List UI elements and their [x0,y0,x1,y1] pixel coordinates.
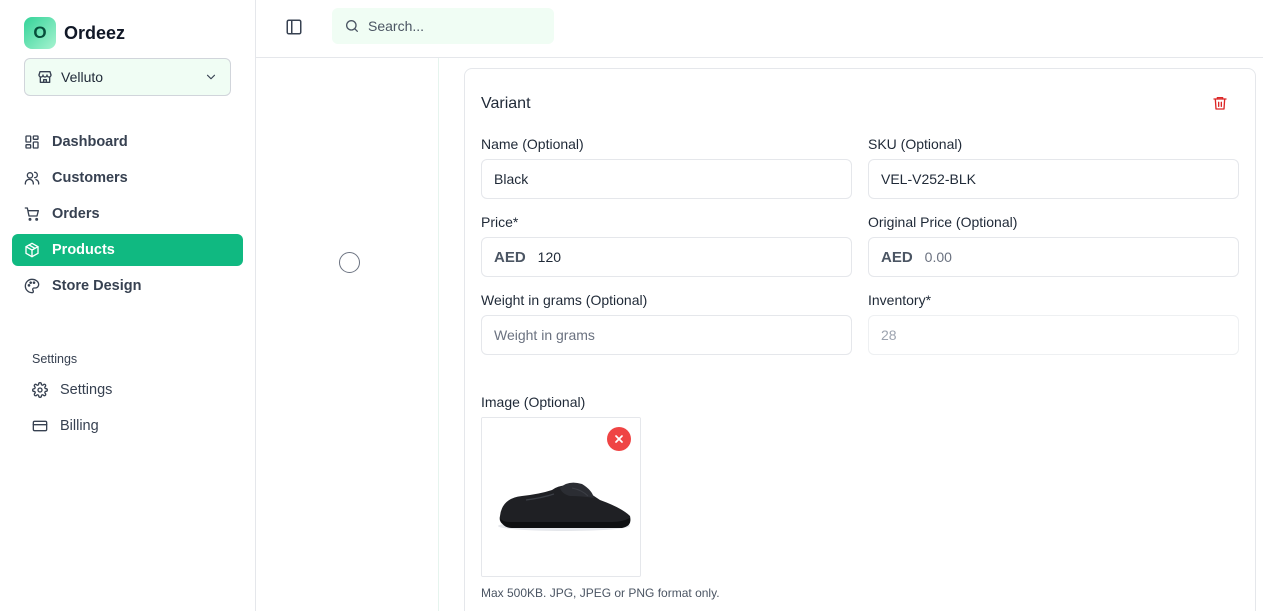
variant-radio[interactable] [339,252,360,273]
brand[interactable]: O Ordeez [24,17,125,49]
nav-item-customers[interactable]: Customers [12,162,243,194]
box-icon [25,242,39,258]
nav-label: Orders [52,206,100,222]
sku-field[interactable]: VEL-V252-BLK [868,159,1239,199]
inventory-value: 28 [881,327,897,343]
remove-image-button[interactable] [607,427,631,451]
cart-icon [24,207,39,221]
main-nav: Dashboard Customers Orders Products Stor… [12,126,243,306]
weight-field[interactable]: Weight in grams [481,315,852,355]
name-value: Black [494,171,529,187]
inventory-label: Inventory* [868,292,932,308]
gear-icon [32,382,48,398]
dashboard-icon [25,135,39,149]
weight-label: Weight in grams (Optional) [481,292,648,308]
original-price-label: Original Price (Optional) [868,214,1018,230]
nav-item-billing[interactable]: Billing [20,410,243,442]
brand-logo: O [24,17,56,49]
nav-label: Customers [52,170,128,186]
sidebar-toggle-icon[interactable] [285,18,303,36]
chevron-down-icon [206,74,216,80]
nav-label: Products [52,242,115,258]
nav-item-settings[interactable]: Settings [20,374,243,406]
variant-selector-column [256,58,439,611]
users-icon [24,171,40,185]
nav-label: Billing [60,418,99,434]
price-currency: AED [494,248,526,266]
close-icon [615,435,623,443]
price-label: Price* [481,214,519,230]
name-field[interactable]: Black [481,159,852,199]
original-price-placeholder: 0.00 [924,249,952,265]
trash-icon[interactable] [1212,95,1228,111]
variant-title: Variant [481,95,531,112]
settings-section-header: Settings [32,352,78,366]
nav-item-dashboard[interactable]: Dashboard [12,126,243,158]
price-value: 120 [537,249,562,265]
variant-card: Variant Name (Optional) Black SKU (Optio… [464,68,1256,611]
search-input[interactable] [368,18,538,34]
nav-item-products[interactable]: Products [12,234,243,266]
credit-card-icon [32,420,48,432]
image-label: Image (Optional) [481,394,586,410]
nav-label: Settings [60,382,113,398]
store-name: Velluto [61,69,104,85]
nav-label: Store Design [52,278,142,294]
nav-item-orders[interactable]: Orders [12,198,243,230]
palette-icon [24,278,40,294]
search-icon [346,20,358,32]
sku-label: SKU (Optional) [868,136,963,152]
original-price-currency: AED [881,248,913,266]
weight-placeholder: Weight in grams [494,327,595,343]
brand-name: Ordeez [64,22,126,43]
sku-value: VEL-V252-BLK [881,171,976,187]
nav-item-store-design[interactable]: Store Design [12,270,243,302]
topbar [256,0,1263,58]
sidebar: O Ordeez Velluto Dashboard Customers Ord… [0,0,256,611]
store-selector[interactable]: Velluto [24,58,231,96]
original-price-field[interactable]: AED 0.00 [868,237,1239,277]
search-box[interactable] [332,8,554,44]
price-field[interactable]: AED 120 [481,237,852,277]
image-hint: Max 500KB. JPG, JPEG or PNG format only. [481,586,720,600]
inventory-field[interactable]: 28 [868,315,1239,355]
store-icon [38,71,52,83]
nav-label: Dashboard [52,134,128,150]
settings-nav: Settings Billing [20,374,243,446]
name-label: Name (Optional) [481,136,584,152]
